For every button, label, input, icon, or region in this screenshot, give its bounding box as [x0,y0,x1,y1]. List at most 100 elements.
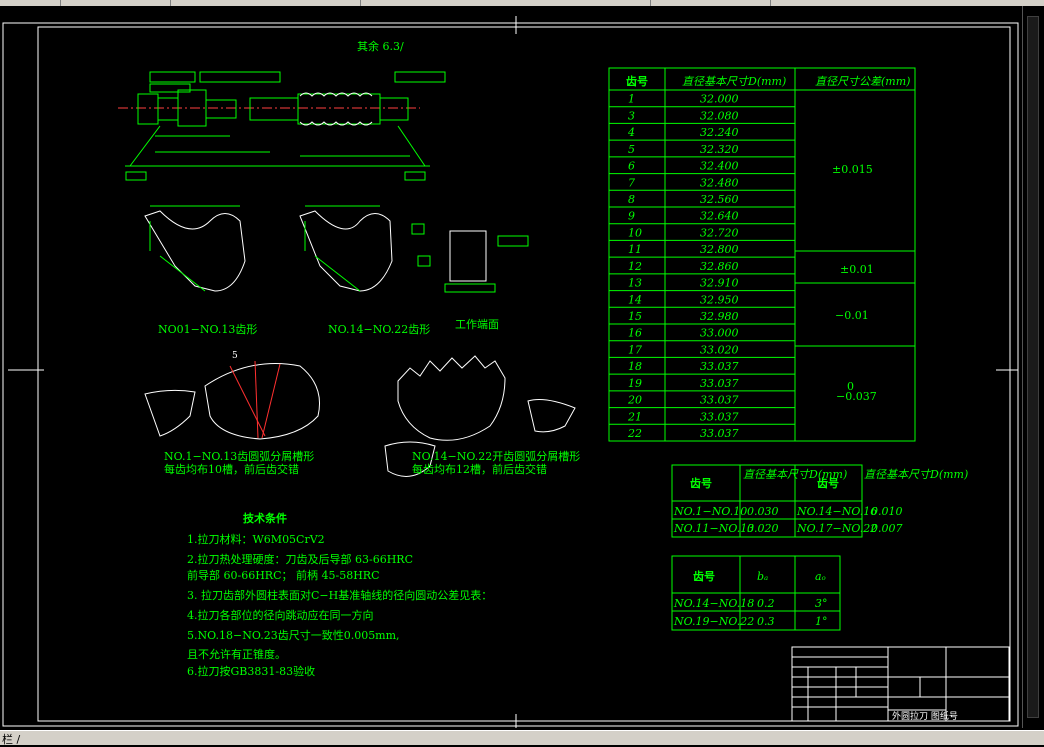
table3-header-1: bₐ [757,570,768,583]
drawing-name: 外圆拉刀 图纸号 [892,710,958,722]
table1-diameter-value: 33.000 [700,327,739,340]
table1-header-diameter: 直径基本尺寸D(mm) [682,75,786,88]
tolerance-3: −0.01 [835,309,869,322]
table1-diameter-value: 32.720 [700,226,739,239]
table1-tooth-number: 15 [628,310,642,323]
table1-diameter-value: 32.910 [700,277,739,290]
table2-cell: NO.11−NO.13 [673,522,754,535]
table2-cell: 0.007 [871,522,903,535]
table1-tooth-number: 17 [628,343,642,356]
table1-tooth-number: 13 [628,277,642,290]
table1-diameter-value: 33.037 [700,427,739,440]
table1-diameter-value: 32.400 [700,160,739,173]
status-text: 栏 / [2,733,21,746]
work-section: 工作端面 [411,223,529,331]
work-section-caption: 工作端面 [455,318,499,331]
table1-header-tolerance: 直径尺寸公差(mm) [815,75,910,88]
table1-tooth-number: 20 [627,394,642,407]
tech-line: 1.拉刀材料：W6M05CrV2 [187,532,325,546]
tolerance-2: ±0.01 [840,263,874,276]
table2-cell: 0.030 [747,505,779,518]
table1-tooth-number: 5 [628,143,635,156]
table1-diameter-value: 33.037 [700,394,739,407]
table3-cell: 1° [815,615,828,628]
table1-tooth-number: 19 [628,377,642,390]
table1-tooth-number: 9 [628,210,635,223]
tolerance-4-lower: −0.037 [836,390,877,403]
table1-diameter-value: 32.980 [700,310,739,323]
tech-line: 5.NO.18−NO.23齿尺寸一致性0.005mm, [187,628,400,642]
svg-text:5: 5 [232,351,238,361]
tech-title: 技术条件 [243,511,287,525]
tech-line: 前导部 60-66HRC； 前柄 45-58HRC [187,568,380,582]
chip-breaker-view-1: 5 NO.1−NO.13齿圆弧分屑槽形 每齿均布10槽，前后齿交错 [144,351,320,476]
table1-header-tooth: 齿号 [626,74,648,88]
table1-diameter-value: 32.000 [700,93,739,106]
chipbreak1-caption-line1: NO.1−NO.13齿圆弧分屑槽形 [164,449,314,463]
table2-cell: 0.020 [747,522,779,535]
chipbreak2-caption-line2: 每齿均布12槽，前后齿交错 [412,462,547,476]
table1-diameter-value: 32.480 [700,176,739,189]
table1-tooth-number: 22 [627,427,642,440]
vertical-scrollbar[interactable] [1022,6,1044,728]
sheet-outer-frame [2,22,1019,727]
scrollbar-track[interactable] [1027,16,1039,718]
table1-tooth-number: 18 [628,360,642,373]
table3-cell: NO.14−NO.18 [673,597,754,610]
table1-tooth-number: 11 [628,243,642,256]
table1-diameter-value: 32.240 [700,126,739,139]
tech-line: 3. 拉刀齿部外圆柱表面对C−H基准轴线的径向圆动公差见表： [187,588,492,602]
table1-tooth-number: 14 [628,293,642,306]
table3-cell: 0.3 [757,615,775,628]
table1-tooth-number: 4 [627,126,635,139]
chipbreak1-caption-line2: 每齿均布10槽，前后齿交错 [164,462,299,476]
table1-tooth-number: 12 [628,260,642,273]
table3-cell: 3° [815,597,828,610]
title-block: 外圆拉刀 图纸号 [791,646,1010,722]
table2-header-3: 直径基本尺寸D(mm) [864,468,968,481]
table1-diameter-value: 32.080 [700,109,739,122]
table1-tooth-number: 10 [628,226,642,239]
table1-diameter-value: 32.950 [700,293,739,306]
table1-tooth-number: 16 [628,327,642,340]
command-status-bar: 栏 / [0,730,1044,746]
surface-mark: 其余 6.3/ [357,39,404,53]
table1-diameter-value: 32.800 [700,243,739,256]
table2-cell: NO.1−NO.10 [673,505,747,518]
table1-diameter-value: 33.037 [700,410,739,423]
table1-diameter-value: 32.320 [700,143,739,156]
runout-table: 齿号 直径基本尺寸D(mm) 齿号 直径基本尺寸D(mm) NO.1−NO.10… [671,464,968,538]
table1-tooth-number: 6 [628,160,635,173]
back-angle-table: 齿号 bₐ aₒ NO.14−NO.18 0.2 3° NO.19−NO.22 … [671,555,841,631]
tooth-profile-1: NO01−NO.13齿形 [144,205,257,336]
diameter-table: 1 32.000 3 32.080 4 32.240 5 32.320 6 32.400 7 32.4… [608,67,916,442]
table1-diameter-value: 33.020 [700,343,739,356]
tech-line: 2.拉刀热处理硬度：刀齿及后导部 63-66HRC [187,552,413,566]
tech-line: 6.拉刀按GB3831-83验收 [187,664,315,678]
profile2-caption: NO.14−NO.22齿形 [328,323,430,336]
table1-tooth-number: 21 [627,410,642,423]
tech-line: 4.拉刀各部位的径向跳动应在同一方向 [187,608,374,622]
table1-diameter-value: 33.037 [700,360,739,373]
tolerance-1: ±0.015 [832,163,873,176]
sheet-inner-frame [37,26,1011,722]
table2-cell: 0.010 [871,505,903,518]
technical-requirements: 技术条件 1.拉刀材料：W6M05CrV2 2.拉刀热处理硬度：刀齿及后导部 6… [187,511,492,678]
cad-drawing-canvas[interactable]: 其余 6.3/ NO01−NO.13齿形 NO.14−NO.22齿形 工作端面 … [0,6,1022,730]
broach-main-view [118,71,446,181]
table3-header-0: 齿号 [693,569,715,583]
table2-header-0: 齿号 [690,476,712,490]
table1-tooth-number: 1 [628,93,635,106]
tooth-profile-2: NO.14−NO.22齿形 [299,205,430,336]
tech-line: 且不允许有正锥度。 [187,647,286,661]
table1-tooth-number: 3 [628,109,635,122]
table1-diameter-value: 33.037 [700,377,739,390]
table1-diameter-value: 32.860 [700,260,739,273]
table1-tooth-number: 7 [628,176,635,189]
chip-breaker-view-2: NO.14−NO.22开齿圆弧分屑槽形 每齿均布12槽，前后齿交错 [384,355,580,477]
table2-cell: NO.17−NO.22 [796,522,877,535]
table3-cell: NO.19−NO.22 [673,615,754,628]
table1-tooth-number: 8 [628,193,635,206]
table2-header-2: 齿号 [817,476,839,490]
table1-diameter-value: 32.640 [700,210,739,223]
